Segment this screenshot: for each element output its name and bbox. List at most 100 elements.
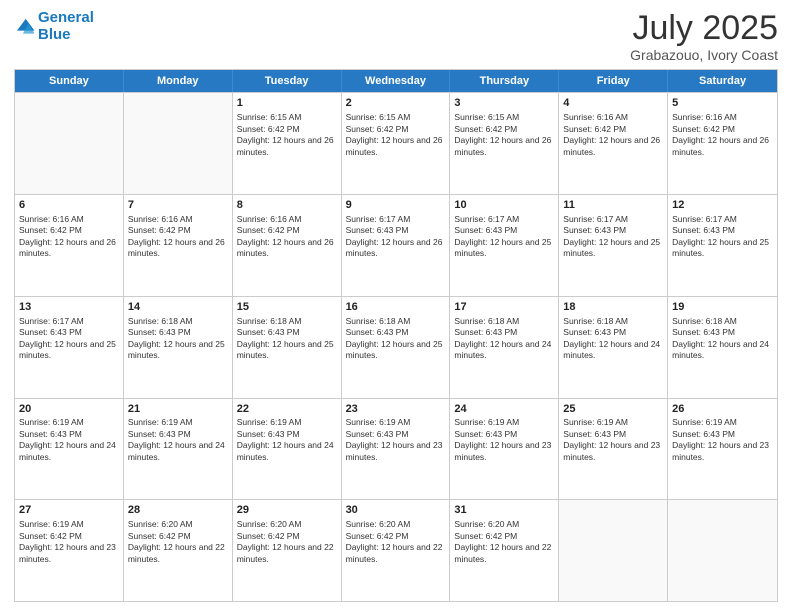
day-info: Sunrise: 6:17 AM Sunset: 6:43 PM Dayligh… (563, 214, 663, 260)
day-info: Sunrise: 6:19 AM Sunset: 6:43 PM Dayligh… (454, 417, 554, 463)
day-cell-29: 29Sunrise: 6:20 AM Sunset: 6:42 PM Dayli… (233, 500, 342, 601)
day-header-saturday: Saturday (668, 70, 777, 92)
week-row-1: 1Sunrise: 6:15 AM Sunset: 6:42 PM Daylig… (15, 92, 777, 194)
day-number: 25 (563, 402, 663, 417)
day-number: 22 (237, 402, 337, 417)
day-cell-16: 16Sunrise: 6:18 AM Sunset: 6:43 PM Dayli… (342, 297, 451, 398)
day-number: 7 (128, 198, 228, 213)
empty-cell (668, 500, 777, 601)
day-header-sunday: Sunday (15, 70, 124, 92)
logo-line2: Blue (38, 26, 71, 43)
day-number: 3 (454, 96, 554, 111)
day-info: Sunrise: 6:19 AM Sunset: 6:43 PM Dayligh… (19, 417, 119, 463)
location-title: Grabazouo, Ivory Coast (630, 47, 778, 63)
day-info: Sunrise: 6:16 AM Sunset: 6:42 PM Dayligh… (237, 214, 337, 260)
day-cell-11: 11Sunrise: 6:17 AM Sunset: 6:43 PM Dayli… (559, 195, 668, 296)
day-info: Sunrise: 6:16 AM Sunset: 6:42 PM Dayligh… (563, 112, 663, 158)
day-info: Sunrise: 6:15 AM Sunset: 6:42 PM Dayligh… (454, 112, 554, 158)
day-info: Sunrise: 6:20 AM Sunset: 6:42 PM Dayligh… (237, 519, 337, 565)
day-cell-9: 9Sunrise: 6:17 AM Sunset: 6:43 PM Daylig… (342, 195, 451, 296)
day-info: Sunrise: 6:15 AM Sunset: 6:42 PM Dayligh… (237, 112, 337, 158)
day-info: Sunrise: 6:16 AM Sunset: 6:42 PM Dayligh… (672, 112, 773, 158)
day-cell-26: 26Sunrise: 6:19 AM Sunset: 6:43 PM Dayli… (668, 399, 777, 500)
week-row-5: 27Sunrise: 6:19 AM Sunset: 6:42 PM Dayli… (15, 499, 777, 601)
day-number: 29 (237, 503, 337, 518)
day-cell-22: 22Sunrise: 6:19 AM Sunset: 6:43 PM Dayli… (233, 399, 342, 500)
page: General Blue July 2025 Grabazouo, Ivory … (0, 0, 792, 612)
day-number: 5 (672, 96, 773, 111)
day-info: Sunrise: 6:17 AM Sunset: 6:43 PM Dayligh… (672, 214, 773, 260)
calendar-header: SundayMondayTuesdayWednesdayThursdayFrid… (15, 70, 777, 92)
week-row-2: 6Sunrise: 6:16 AM Sunset: 6:42 PM Daylig… (15, 194, 777, 296)
empty-cell (15, 93, 124, 194)
day-info: Sunrise: 6:16 AM Sunset: 6:42 PM Dayligh… (128, 214, 228, 260)
day-number: 8 (237, 198, 337, 213)
day-info: Sunrise: 6:19 AM Sunset: 6:43 PM Dayligh… (346, 417, 446, 463)
day-cell-14: 14Sunrise: 6:18 AM Sunset: 6:43 PM Dayli… (124, 297, 233, 398)
day-info: Sunrise: 6:18 AM Sunset: 6:43 PM Dayligh… (563, 316, 663, 362)
day-number: 14 (128, 300, 228, 315)
day-header-monday: Monday (124, 70, 233, 92)
day-info: Sunrise: 6:19 AM Sunset: 6:42 PM Dayligh… (19, 519, 119, 565)
day-number: 6 (19, 198, 119, 213)
day-info: Sunrise: 6:19 AM Sunset: 6:43 PM Dayligh… (672, 417, 773, 463)
day-cell-7: 7Sunrise: 6:16 AM Sunset: 6:42 PM Daylig… (124, 195, 233, 296)
day-number: 28 (128, 503, 228, 518)
day-cell-13: 13Sunrise: 6:17 AM Sunset: 6:43 PM Dayli… (15, 297, 124, 398)
day-number: 12 (672, 198, 773, 213)
week-row-4: 20Sunrise: 6:19 AM Sunset: 6:43 PM Dayli… (15, 398, 777, 500)
day-info: Sunrise: 6:18 AM Sunset: 6:43 PM Dayligh… (128, 316, 228, 362)
week-row-3: 13Sunrise: 6:17 AM Sunset: 6:43 PM Dayli… (15, 296, 777, 398)
day-header-wednesday: Wednesday (342, 70, 451, 92)
day-number: 1 (237, 96, 337, 111)
day-number: 31 (454, 503, 554, 518)
day-cell-12: 12Sunrise: 6:17 AM Sunset: 6:43 PM Dayli… (668, 195, 777, 296)
day-number: 17 (454, 300, 554, 315)
day-info: Sunrise: 6:19 AM Sunset: 6:43 PM Dayligh… (237, 417, 337, 463)
day-cell-2: 2Sunrise: 6:15 AM Sunset: 6:42 PM Daylig… (342, 93, 451, 194)
day-cell-23: 23Sunrise: 6:19 AM Sunset: 6:43 PM Dayli… (342, 399, 451, 500)
day-cell-10: 10Sunrise: 6:17 AM Sunset: 6:43 PM Dayli… (450, 195, 559, 296)
day-cell-31: 31Sunrise: 6:20 AM Sunset: 6:42 PM Dayli… (450, 500, 559, 601)
day-cell-25: 25Sunrise: 6:19 AM Sunset: 6:43 PM Dayli… (559, 399, 668, 500)
day-cell-8: 8Sunrise: 6:16 AM Sunset: 6:42 PM Daylig… (233, 195, 342, 296)
day-number: 2 (346, 96, 446, 111)
day-header-thursday: Thursday (450, 70, 559, 92)
day-info: Sunrise: 6:20 AM Sunset: 6:42 PM Dayligh… (346, 519, 446, 565)
day-info: Sunrise: 6:17 AM Sunset: 6:43 PM Dayligh… (19, 316, 119, 362)
day-cell-1: 1Sunrise: 6:15 AM Sunset: 6:42 PM Daylig… (233, 93, 342, 194)
day-info: Sunrise: 6:20 AM Sunset: 6:42 PM Dayligh… (128, 519, 228, 565)
day-cell-17: 17Sunrise: 6:18 AM Sunset: 6:43 PM Dayli… (450, 297, 559, 398)
day-header-friday: Friday (559, 70, 668, 92)
day-number: 19 (672, 300, 773, 315)
day-info: Sunrise: 6:17 AM Sunset: 6:43 PM Dayligh… (346, 214, 446, 260)
title-block: July 2025 Grabazouo, Ivory Coast (630, 10, 778, 63)
day-number: 11 (563, 198, 663, 213)
calendar: SundayMondayTuesdayWednesdayThursdayFrid… (14, 69, 778, 602)
day-number: 26 (672, 402, 773, 417)
day-cell-18: 18Sunrise: 6:18 AM Sunset: 6:43 PM Dayli… (559, 297, 668, 398)
day-cell-28: 28Sunrise: 6:20 AM Sunset: 6:42 PM Dayli… (124, 500, 233, 601)
day-cell-3: 3Sunrise: 6:15 AM Sunset: 6:42 PM Daylig… (450, 93, 559, 194)
month-title: July 2025 (630, 10, 778, 47)
logo: General Blue (14, 10, 94, 43)
day-number: 9 (346, 198, 446, 213)
day-header-tuesday: Tuesday (233, 70, 342, 92)
day-number: 10 (454, 198, 554, 213)
day-cell-20: 20Sunrise: 6:19 AM Sunset: 6:43 PM Dayli… (15, 399, 124, 500)
day-number: 20 (19, 402, 119, 417)
day-cell-19: 19Sunrise: 6:18 AM Sunset: 6:43 PM Dayli… (668, 297, 777, 398)
day-number: 4 (563, 96, 663, 111)
day-info: Sunrise: 6:18 AM Sunset: 6:43 PM Dayligh… (237, 316, 337, 362)
day-number: 24 (454, 402, 554, 417)
empty-cell (124, 93, 233, 194)
day-info: Sunrise: 6:19 AM Sunset: 6:43 PM Dayligh… (563, 417, 663, 463)
day-info: Sunrise: 6:18 AM Sunset: 6:43 PM Dayligh… (454, 316, 554, 362)
day-info: Sunrise: 6:16 AM Sunset: 6:42 PM Dayligh… (19, 214, 119, 260)
logo-text: General Blue (38, 10, 94, 43)
day-info: Sunrise: 6:19 AM Sunset: 6:43 PM Dayligh… (128, 417, 228, 463)
empty-cell (559, 500, 668, 601)
day-number: 21 (128, 402, 228, 417)
day-info: Sunrise: 6:18 AM Sunset: 6:43 PM Dayligh… (672, 316, 773, 362)
day-cell-5: 5Sunrise: 6:16 AM Sunset: 6:42 PM Daylig… (668, 93, 777, 194)
